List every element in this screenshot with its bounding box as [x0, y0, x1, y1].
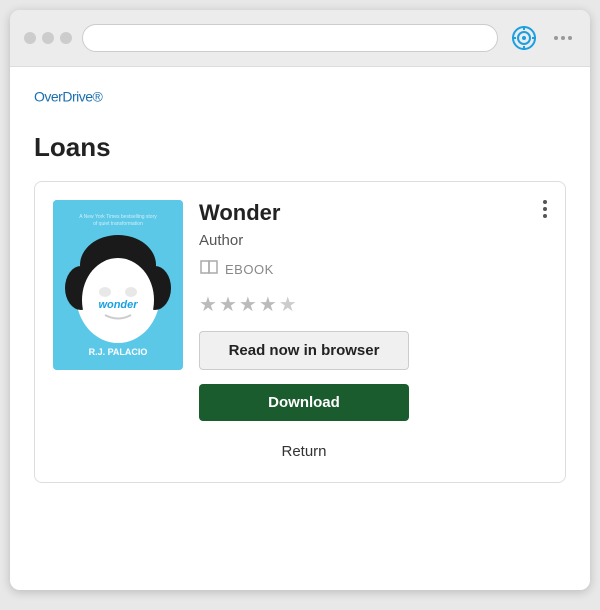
traffic-lights	[24, 32, 72, 44]
address-bar[interactable]	[82, 24, 498, 52]
book-cover: wonder R.J. PALACIO A New York Times bes…	[53, 200, 183, 370]
menu-dot	[554, 36, 558, 40]
svg-text:wonder: wonder	[98, 299, 138, 311]
book-icon	[199, 259, 219, 280]
maximize-button[interactable]	[60, 32, 72, 44]
svg-text:A New York Times bestselling s: A New York Times bestselling story	[79, 214, 157, 220]
book-info: Wonder Author EBOOK ★ ★ ★	[199, 200, 547, 464]
book-author: Author	[199, 232, 547, 249]
page-title: Loans	[34, 132, 566, 163]
read-now-button[interactable]: Read now in browser	[199, 331, 409, 370]
star-2: ★	[219, 292, 237, 317]
star-1: ★	[199, 292, 217, 317]
star-5: ★	[279, 292, 297, 317]
star-3: ★	[239, 292, 257, 317]
star-rating: ★ ★ ★ ★ ★	[199, 292, 547, 317]
book-options-menu[interactable]	[539, 196, 551, 222]
close-button[interactable]	[24, 32, 36, 44]
page-content: OverDrive® Loans	[10, 67, 590, 590]
app-window: OverDrive® Loans	[10, 10, 590, 590]
book-format: EBOOK	[225, 262, 274, 277]
options-dot	[543, 207, 547, 211]
download-button[interactable]: Download	[199, 384, 409, 421]
title-bar	[10, 10, 590, 67]
overdrive-logo: OverDrive®	[34, 87, 566, 118]
browser-menu[interactable]	[550, 32, 576, 44]
menu-dot	[561, 36, 565, 40]
minimize-button[interactable]	[42, 32, 54, 44]
book-card: wonder R.J. PALACIO A New York Times bes…	[34, 181, 566, 483]
return-button[interactable]: Return	[199, 439, 409, 464]
svg-text:R.J. PALACIO: R.J. PALACIO	[89, 347, 148, 357]
star-4: ★	[259, 292, 277, 317]
book-type: EBOOK	[199, 259, 547, 280]
svg-text:of quiet transformation: of quiet transformation	[93, 221, 143, 227]
options-dot	[543, 214, 547, 218]
menu-dot	[568, 36, 572, 40]
book-title: Wonder	[199, 200, 547, 226]
target-icon[interactable]	[508, 22, 540, 54]
options-dot	[543, 200, 547, 204]
